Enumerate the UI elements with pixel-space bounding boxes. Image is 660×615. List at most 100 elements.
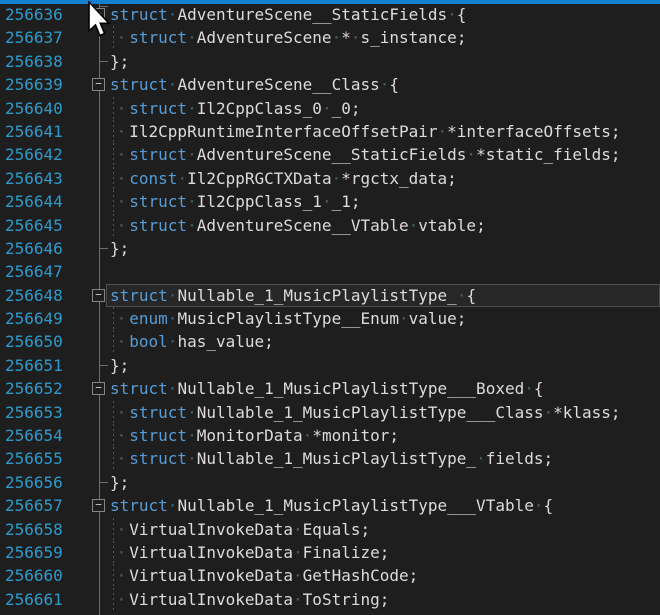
code-line[interactable]: 256660·VirtualInvokeData·GetHashCode;	[0, 564, 660, 587]
whitespace-dot: ·	[293, 590, 303, 609]
code-line[interactable]: 256659·VirtualInvokeData·Finalize;	[0, 541, 660, 564]
code-editor[interactable]: 256636 − struct·AdventureScene__StaticFiel…	[0, 0, 660, 615]
line-number[interactable]: 256641	[5, 120, 63, 143]
fold-end-tick	[99, 365, 108, 366]
fold-collapse-icon[interactable]: −	[92, 382, 105, 395]
code-line[interactable]: 256639−struct·AdventureScene__Class·{	[0, 73, 660, 96]
line-number[interactable]: 256657	[5, 494, 63, 517]
identifier-token: GetHashCode;	[303, 566, 419, 585]
code-line[interactable]: 256640·struct·Il2CppClass_0·_0;	[0, 97, 660, 120]
keyword-token: enum	[129, 309, 168, 328]
code-text: ·bool·has_value;	[110, 330, 274, 353]
code-line[interactable]: 256653·struct·Nullable_1_MusicPlaylistTy…	[0, 401, 660, 424]
line-number[interactable]: 256651	[5, 354, 63, 377]
code-line[interactable]: 256662};	[0, 611, 660, 615]
identifier-token: Equals;	[303, 520, 370, 539]
code-line[interactable]: 256646};	[0, 237, 660, 260]
line-number[interactable]: 256638	[5, 50, 63, 73]
indent-whitespace-dot: ·	[110, 588, 129, 611]
line-number[interactable]: 256643	[5, 167, 63, 190]
line-number[interactable]: 256658	[5, 518, 63, 541]
fold-collapse-icon[interactable]: −	[92, 78, 105, 91]
whitespace-dot: ·	[332, 28, 342, 47]
line-number[interactable]: 256640	[5, 97, 63, 120]
line-number[interactable]: 256646	[5, 237, 63, 260]
line-number[interactable]: 256652	[5, 377, 63, 400]
indent-whitespace-dot: ·	[110, 518, 129, 541]
line-number[interactable]: 256653	[5, 401, 63, 424]
indent-whitespace-dot: ·	[110, 541, 129, 564]
indent-whitespace-dot: ·	[110, 97, 129, 120]
code-line[interactable]: 256651};	[0, 354, 660, 377]
code-line[interactable]: 256642·struct·AdventureScene__StaticFiel…	[0, 143, 660, 166]
code-line[interactable]: 256654·struct·MonitorData·*monitor;	[0, 424, 660, 447]
whitespace-dot: ·	[524, 379, 534, 398]
whitespace-dot: ·	[187, 449, 197, 468]
code-text: ·Il2CppRuntimeInterfaceOffsetPair·*inter…	[110, 120, 621, 143]
identifier-token: _0;	[332, 99, 361, 118]
code-line[interactable]: 256650 ·bool·has_value;	[0, 330, 660, 353]
indent-whitespace-dot: ·	[110, 330, 129, 353]
code-line[interactable]: 256661·VirtualInvokeData·ToString;	[0, 588, 660, 611]
whitespace-dot: ·	[438, 122, 448, 141]
identifier-token: };	[110, 52, 129, 71]
code-line[interactable]: 256658 ·VirtualInvokeData·Equals;	[0, 518, 660, 541]
identifier-token: Nullable_1_MusicPlaylistType___Boxed	[177, 379, 524, 398]
code-line[interactable]: 256645 ·struct·AdventureScene__VTable·vta…	[0, 214, 660, 237]
code-text: ·const·Il2CppRGCTXData·*rgctx_data;	[110, 167, 457, 190]
whitespace-dot: ·	[293, 566, 303, 585]
whitespace-dot: ·	[476, 449, 486, 468]
whitespace-dot: ·	[187, 192, 197, 211]
keyword-token: struct	[129, 403, 187, 422]
line-number[interactable]: 256648	[5, 284, 63, 307]
line-number[interactable]: 256649	[5, 307, 63, 330]
identifier-token: _1;	[332, 192, 361, 211]
code-line[interactable]: 256649·enum·MusicPlaylistType__Enum·valu…	[0, 307, 660, 330]
line-number[interactable]: 256661	[5, 588, 63, 611]
line-number[interactable]: 256656	[5, 471, 63, 494]
line-number[interactable]: 256642	[5, 143, 63, 166]
code-text: ·struct·AdventureScene__VTable·vtable;	[110, 214, 486, 237]
whitespace-dot: ·	[168, 332, 178, 351]
code-line[interactable]: 256652−struct·Nullable_1_MusicPlaylistTy…	[0, 377, 660, 400]
fold-end-tick	[99, 248, 108, 249]
line-number[interactable]: 256645	[5, 214, 63, 237]
identifier-token: s_instance;	[360, 28, 466, 47]
code-line[interactable]: 256643 ·const·Il2CppRGCTXData·*rgctx_data…	[0, 167, 660, 190]
code-text: struct·AdventureScene__StaticFields·{	[110, 3, 466, 26]
line-number[interactable]: 256660	[5, 564, 63, 587]
line-number[interactable]: 256647	[5, 260, 63, 283]
whitespace-dot: ·	[447, 5, 457, 24]
keyword-token: struct	[129, 426, 187, 445]
code-line[interactable]: 256656};	[0, 471, 660, 494]
code-line-current[interactable]: 256648−struct·Nullable_1_MusicPlaylistTy…	[0, 284, 660, 307]
line-number[interactable]: 256659	[5, 541, 63, 564]
fold-collapse-icon[interactable]: −	[92, 289, 105, 302]
line-number[interactable]: 256654	[5, 424, 63, 447]
line-number[interactable]: 256636	[5, 3, 63, 26]
indent-whitespace-dot: ·	[110, 167, 129, 190]
keyword-token: struct	[129, 449, 187, 468]
code-lines-container[interactable]: 256636 − struct·AdventureScene__StaticFiel…	[0, 3, 660, 615]
line-number[interactable]: 256637	[5, 26, 63, 49]
fold-collapse-icon[interactable]: −	[92, 499, 105, 512]
line-number[interactable]: 256662	[5, 611, 63, 615]
code-line[interactable]: 256644·struct·Il2CppClass_1·_1;	[0, 190, 660, 213]
whitespace-dot: ·	[293, 520, 303, 539]
line-number[interactable]: 256650	[5, 330, 63, 353]
whitespace-dot: ·	[409, 216, 419, 235]
whitespace-dot: ·	[187, 99, 197, 118]
line-number[interactable]: 256639	[5, 73, 63, 96]
code-line[interactable]: 256638};	[0, 50, 660, 73]
code-line[interactable]: 256657−struct·Nullable_1_MusicPlaylistTy…	[0, 494, 660, 517]
code-text: ·VirtualInvokeData·Equals;	[110, 518, 370, 541]
identifier-token: };	[110, 473, 129, 492]
code-line[interactable]: 256641 ·Il2CppRuntimeInterfaceOffsetPair·…	[0, 120, 660, 143]
line-number[interactable]: 256644	[5, 190, 63, 213]
identifier-token: ToString;	[303, 590, 390, 609]
line-number[interactable]: 256655	[5, 447, 63, 470]
identifier-token: MonitorData	[197, 426, 303, 445]
code-line[interactable]: 256647	[0, 260, 660, 283]
code-text: };	[110, 237, 129, 260]
code-line[interactable]: 256655·struct·Nullable_1_MusicPlaylistTy…	[0, 447, 660, 470]
